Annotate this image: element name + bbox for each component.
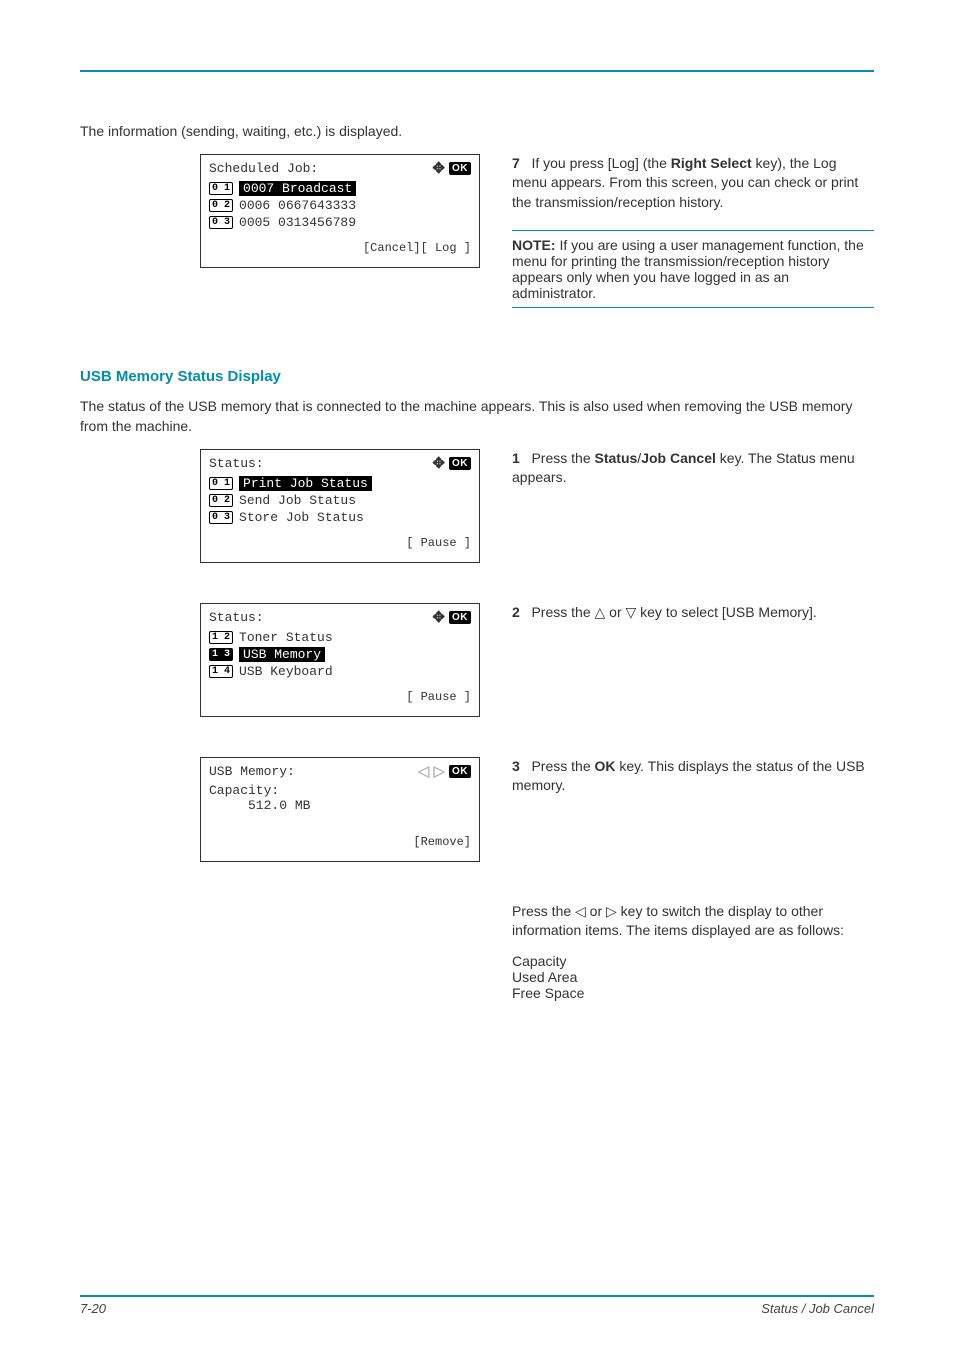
screen-row: 1 4 USB Keyboard xyxy=(209,663,471,680)
job-cancel-key: Job Cancel xyxy=(641,450,716,466)
screen-row: 0 3 Store Job Status xyxy=(209,509,471,526)
nav-ok-icon: ✥OK xyxy=(432,161,471,176)
capacity-value: 512.0 MB xyxy=(209,798,471,813)
screen-row: 1 2 Toner Status xyxy=(209,629,471,646)
screen-row: 0 2 0006 0667643333 xyxy=(209,197,471,214)
note-label: NOTE: xyxy=(512,237,556,253)
footer-label: Status / Job Cancel xyxy=(761,1301,874,1316)
step7-text: 7 If you press [Log] (the Right Select k… xyxy=(512,154,874,213)
scheduled-job-screen: Scheduled Job: ✥OK 0 1 0007 Broadcast 0 … xyxy=(200,154,480,268)
screen-row: 1 3 USB Memory xyxy=(209,646,471,663)
right-select-key: Right Select xyxy=(671,155,752,171)
step3-text: 3 Press the OK key. This displays the st… xyxy=(512,757,874,796)
page-footer: 7-20 Status / Job Cancel xyxy=(80,1295,874,1316)
info-items-list: Capacity Used Area Free Space xyxy=(512,953,874,1001)
note-text: If you are using a user management funct… xyxy=(512,237,864,301)
nav-ok-icon: ✥OK xyxy=(432,456,471,471)
screen-softkeys: [ Pause ] xyxy=(209,690,471,704)
info-item: Used Area xyxy=(512,969,874,985)
top-rule xyxy=(80,70,874,72)
nav-ok-icon: ✥OK xyxy=(432,610,471,625)
note-box: NOTE: If you are using a user management… xyxy=(512,230,874,308)
screen-title: Scheduled Job: xyxy=(209,161,318,176)
status-screen-1: Status: ✥OK 0 1 Print Job Status 0 2 Sen… xyxy=(200,449,480,563)
nav-ok-icon: ◁ ▷OK xyxy=(418,764,471,779)
screen-row: 0 2 Send Job Status xyxy=(209,492,471,509)
screen-softkeys: [ Pause ] xyxy=(209,536,471,550)
usb-memory-screen: USB Memory: ◁ ▷OK Capacity: 512.0 MB [Re… xyxy=(200,757,480,862)
screen-row: 0 3 0005 0313456789 xyxy=(209,214,471,231)
capacity-label: Capacity: xyxy=(209,783,471,798)
page-number: 7-20 xyxy=(80,1301,106,1316)
step1-text: 1 Press the Status/Job Cancel key. The S… xyxy=(512,449,874,488)
bottom-rule xyxy=(80,1295,874,1297)
section1-intro: The information (sending, waiting, etc.)… xyxy=(80,122,874,142)
usb-intro: The status of the USB memory that is con… xyxy=(80,397,874,436)
screen-row: 0 1 0007 Broadcast xyxy=(209,180,471,197)
step4-text: Press the ◁ or ▷ key to switch the displ… xyxy=(512,902,874,941)
ok-key: OK xyxy=(595,758,616,774)
screen-softkeys: [Remove] xyxy=(209,835,471,849)
screen-row: 0 1 Print Job Status xyxy=(209,475,471,492)
screen-softkeys: [Cancel][ Log ] xyxy=(209,241,471,255)
status-screen-2: Status: ✥OK 1 2 Toner Status 1 3 USB Mem… xyxy=(200,603,480,717)
step2-text: 2 Press the △ or ▽ key to select [USB Me… xyxy=(512,603,874,623)
info-item: Capacity xyxy=(512,953,874,969)
info-item: Free Space xyxy=(512,985,874,1001)
usb-heading: USB Memory Status Display xyxy=(80,368,874,385)
status-key: Status xyxy=(595,450,638,466)
